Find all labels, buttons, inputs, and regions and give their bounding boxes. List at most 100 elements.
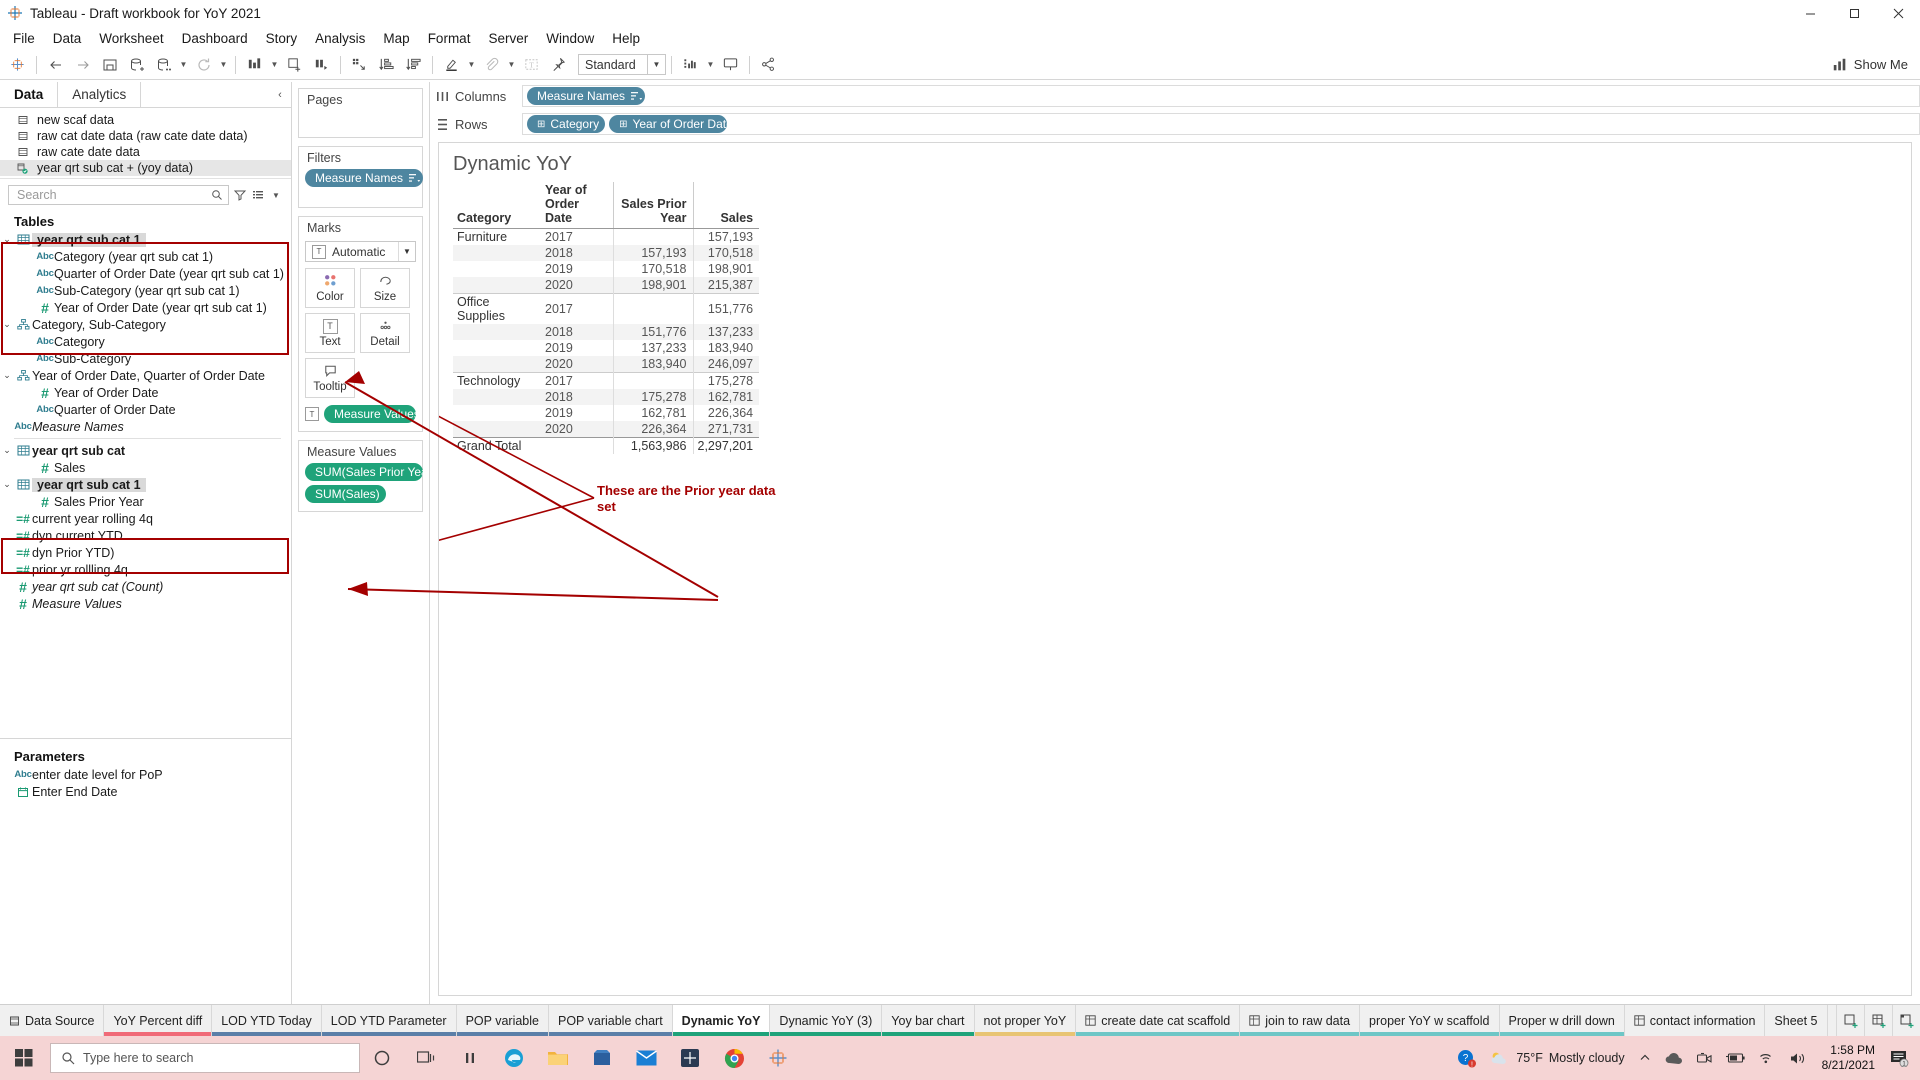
menu-story[interactable]: Story [257,29,307,48]
new-dashboard-icon[interactable] [1864,1005,1892,1036]
filter-icon[interactable] [233,188,247,202]
viz-table-row[interactable]: 2018 157,193 170,518 [453,245,760,261]
refresh-icon[interactable] [190,52,217,78]
fix-axes-icon[interactable] [677,52,704,78]
data-source-item-selected[interactable]: year qrt sub cat + (yoy data) [0,160,291,176]
col-header-year[interactable]: Year of Order Date [541,182,613,229]
mail-icon[interactable] [624,1036,668,1080]
collapse-pane-icon[interactable]: ‹ [269,82,291,107]
highlighter-icon[interactable] [438,52,465,78]
menu-dashboard[interactable]: Dashboard [173,29,257,48]
viz-table-row[interactable]: 2019 162,781 226,364 [453,405,760,421]
view-options-chevron-down-icon[interactable]: ▼ [269,188,283,202]
sheet-tab[interactable]: Proper w drill down [1499,1005,1625,1036]
tree-field-item[interactable]: # year qrt sub cat (Count) [0,578,291,595]
view-options-icon[interactable] [251,188,265,202]
viz-table-row[interactable]: 2019 170,518 198,901 [453,261,760,277]
chevron-down-icon[interactable]: ⌄ [0,234,14,245]
sheet-tab[interactable]: Dynamic YoY (3) [770,1005,883,1036]
viz-table-row[interactable]: Office Supplies 2017 151,776 [453,293,760,324]
filters-drop-area[interactable]: Measure Names [299,167,423,207]
chevron-down-icon-5[interactable]: ▼ [505,52,518,78]
new-data-source-split-icon[interactable] [150,52,177,78]
viz-table-row[interactable]: 2020 183,940 246,097 [453,356,760,373]
rows-pill-year-of-order-date[interactable]: ⊞ Year of Order Date [609,115,728,133]
menu-file[interactable]: File [4,29,44,48]
viz-table-row[interactable]: 2020 198,901 215,387 [453,277,760,294]
store-icon[interactable] [580,1036,624,1080]
tree-field-item[interactable]: =# dyn current YTD [0,527,291,544]
tree-field-item[interactable]: Abc Quarter of Order Date (year qrt sub c… [0,265,291,282]
tree-field-item[interactable]: =# current year rolling 4q [0,510,291,527]
menu-map[interactable]: Map [374,29,418,48]
volume-icon[interactable] [1783,1052,1814,1065]
tree-field-item[interactable]: # Year of Order Date [0,384,291,401]
tree-table-node[interactable]: ⌄ year qrt sub cat 1 [0,231,291,248]
start-button[interactable] [0,1036,48,1080]
expand-plus-icon[interactable]: ⊞ [537,119,550,130]
tree-field-item[interactable]: Abc Sub-Category [0,350,291,367]
fit-selector[interactable]: Standard ▼ [578,54,666,75]
tree-field-item[interactable]: # Sales [0,459,291,476]
battery-icon[interactable] [1719,1052,1752,1064]
notifications-icon[interactable]: 1 [1883,1050,1916,1067]
col-header-category[interactable]: Category [453,182,541,229]
tableau-taskbar-icon[interactable] [668,1036,712,1080]
task-view-icon[interactable] [404,1036,448,1080]
mark-type-selector[interactable]: T Automatic ▼ [305,241,416,262]
tab-data[interactable]: Data [0,82,59,107]
sheet-tab[interactable]: Sheet 5 [1765,1005,1828,1036]
filter-pill-measure-names[interactable]: Measure Names [305,169,423,187]
viz-table-row[interactable]: 2018 175,278 162,781 [453,389,760,405]
data-source-item[interactable]: raw cat date data (raw cate date data) [0,128,291,144]
clear-sheet-icon[interactable] [241,52,268,78]
onedrive-icon[interactable] [1658,1052,1690,1065]
viz-canvas[interactable]: Dynamic YoY Category Year of Order Date … [438,142,1912,996]
sheet-tab[interactable]: YoY Percent diff [104,1005,213,1036]
tree-field-item[interactable]: Abc Category (year qrt sub cat 1) [0,248,291,265]
sheet-tab[interactable]: not proper YoY [974,1005,1077,1036]
add-sheet-icon[interactable] [281,52,308,78]
show-me-button[interactable]: Show Me [1832,57,1908,73]
tree-field-item[interactable]: ⌄ Category, Sub-Category [0,316,291,333]
new-worksheet-icon[interactable] [1836,1005,1864,1036]
text-box-icon[interactable]: T [518,52,545,78]
tree-table-node[interactable]: ⌄ year qrt sub cat [0,442,291,459]
share-icon[interactable] [755,52,782,78]
expand-plus-icon-2[interactable]: ⊞ [619,119,632,130]
search-input-wrapper[interactable] [8,185,229,205]
tree-field-item[interactable]: # Measure Values [0,595,291,612]
rows-drop-area[interactable]: ⊞ Category ⊞ Year of Order Date [522,113,1920,135]
measure-values-body[interactable]: SUM(Sales Prior Year) SUM(Sales) [299,461,423,511]
attachment-icon[interactable] [478,52,505,78]
sheet-tab[interactable]: POP variable chart [548,1005,673,1036]
menu-data[interactable]: Data [44,29,91,48]
sheet-tab[interactable]: join to raw data [1240,1005,1361,1036]
viz-table-row[interactable]: Technology 2017 175,278 [453,372,760,389]
sheet-tab[interactable]: Data Source [0,1005,105,1036]
search-input[interactable] [15,187,210,203]
menu-window[interactable]: Window [537,29,603,48]
maximize-button[interactable] [1832,0,1876,26]
pin-icon[interactable] [545,52,572,78]
parameter-item[interactable]: Enter End Date [0,783,291,800]
parameter-item[interactable]: Abc enter date level for PoP [0,766,291,783]
tree-field-item[interactable]: # Year of Order Date (year qrt sub cat 1) [0,299,291,316]
sort-ascending-icon[interactable] [373,52,400,78]
sheet-tab-active[interactable]: Dynamic YoY [672,1005,771,1036]
swap-rows-columns-icon[interactable] [346,52,373,78]
new-story-icon[interactable] [1892,1005,1920,1036]
chevron-down-icon[interactable]: ▼ [177,52,190,78]
chevron-down-icon[interactable]: ⌄ [0,479,14,490]
pause-icon[interactable] [448,1036,492,1080]
chevron-down-icon[interactable]: ⌄ [0,445,14,456]
duplicate-sheet-icon[interactable] [308,52,335,78]
presentation-mode-icon[interactable] [717,52,744,78]
measure-values-pill-sales[interactable]: SUM(Sales) [305,485,386,503]
viz-table-row[interactable]: Furniture 2017 157,193 [453,228,760,245]
viz-table-row[interactable]: 2019 137,233 183,940 [453,340,760,356]
viz-table-row[interactable]: 2020 226,364 271,731 [453,421,760,438]
forward-arrow-icon[interactable] [69,52,96,78]
tree-field-item[interactable]: =# dyn Prior YTD) [0,544,291,561]
tree-field-item[interactable]: ⌄ Year of Order Date, Quarter of Order Da… [0,367,291,384]
